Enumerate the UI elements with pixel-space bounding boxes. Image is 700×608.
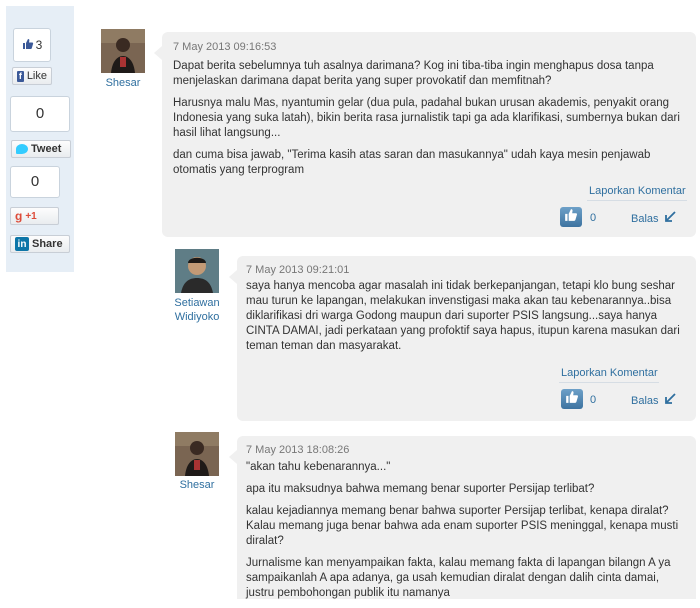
like-count: 0 (590, 212, 597, 224)
comment-paragraph: Harusnya malu Mas, nyantumin gelar (dua … (173, 97, 680, 139)
comment-bubble: 7 May 2013 18:08:26 "akan tahu kebenaran… (229, 436, 696, 599)
twitter-bird-icon (16, 144, 28, 154)
avatar[interactable] (101, 29, 145, 73)
thumbs-up-icon (22, 38, 34, 53)
facebook-like-count[interactable]: 3 (13, 28, 51, 62)
reply-label: Balas (631, 394, 659, 407)
comment-author[interactable]: Shesar (101, 76, 145, 90)
like-count: 0 (590, 394, 597, 406)
report-comment-link[interactable]: Laporkan Komentar (589, 185, 686, 197)
linkedin-share-label: Share (32, 238, 63, 250)
author-first-name: Setiawan (174, 297, 220, 309)
facebook-like-button[interactable]: f Like (12, 67, 52, 85)
google-plus-count: 0 (30, 173, 40, 190)
comment-body: "akan tahu kebenarannya..." apa itu maks… (246, 460, 686, 608)
comment-paragraph: kalau kejadiannya memang benar bahwa sup… (246, 505, 679, 547)
tweet-label: Tweet (31, 143, 62, 155)
reply-arrow-icon (664, 393, 676, 408)
google-plus-icon: g (15, 209, 23, 223)
author-last-name: Widiyoko (174, 311, 220, 323)
plus-one-label: +1 (25, 210, 37, 222)
like-button[interactable] (560, 207, 582, 227)
facebook-icon: f (17, 70, 24, 82)
comment-paragraph: apa itu maksudnya bahwa memang benar sup… (246, 483, 595, 495)
reply-button[interactable]: Balas (631, 211, 676, 226)
google-plus-one-button[interactable]: g +1 (10, 207, 59, 225)
linkedin-share-button[interactable]: in Share (10, 235, 70, 253)
divider (587, 200, 687, 201)
comment-date: 7 May 2013 09:16:53 (173, 41, 277, 53)
thumbs-up-icon (564, 208, 578, 227)
comment-date: 7 May 2013 09:21:01 (246, 264, 350, 276)
comment-paragraph: dan cuma bisa jawab, "Terima kasih atas … (173, 149, 651, 176)
comment-paragraph: Jurnalisme kan menyampaikan fakta, kalau… (246, 557, 671, 599)
avatar[interactable] (175, 249, 219, 293)
facebook-count: 3 (35, 38, 43, 52)
linkedin-icon: in (15, 237, 29, 251)
comment-bubble: 7 May 2013 09:21:01 saya hanya mencoba a… (229, 256, 696, 421)
comment-body: saya hanya mencoba agar masalah ini tida… (246, 279, 686, 361)
comment-author[interactable]: Shesar (175, 478, 219, 492)
comment-author[interactable]: Setiawan Widiyoko (168, 296, 226, 324)
facebook-like-label: Like (26, 70, 47, 82)
reply-label: Balas (631, 212, 659, 225)
comment-paragraph: "akan tahu kebenarannya..." (246, 461, 391, 473)
comment-paragraph: Dapat berita sebelumnya tuh asalnya dari… (173, 60, 654, 87)
comment-paragraph: saya hanya mencoba agar masalah ini tida… (246, 280, 680, 352)
avatar[interactable] (175, 432, 219, 476)
comment-date: 7 May 2013 18:08:26 (246, 444, 350, 456)
report-comment-link[interactable]: Laporkan Komentar (561, 367, 658, 379)
twitter-count: 0 (35, 105, 45, 122)
comment-bubble: 7 May 2013 09:16:53 Dapat berita sebelum… (154, 32, 696, 237)
tweet-button[interactable]: Tweet (11, 140, 71, 158)
share-sidebar: 3 f Like 0 Tweet 0 g +1 in Share (6, 6, 74, 272)
google-plus-count-box: 0 (10, 166, 60, 198)
reply-button[interactable]: Balas (631, 393, 676, 408)
reply-arrow-icon (664, 211, 676, 226)
comment-body: Dapat berita sebelumnya tuh asalnya dari… (173, 59, 685, 185)
like-button[interactable] (561, 389, 583, 409)
divider (559, 382, 659, 383)
thumbs-up-icon (565, 390, 579, 409)
twitter-count-box: 0 (10, 96, 70, 132)
